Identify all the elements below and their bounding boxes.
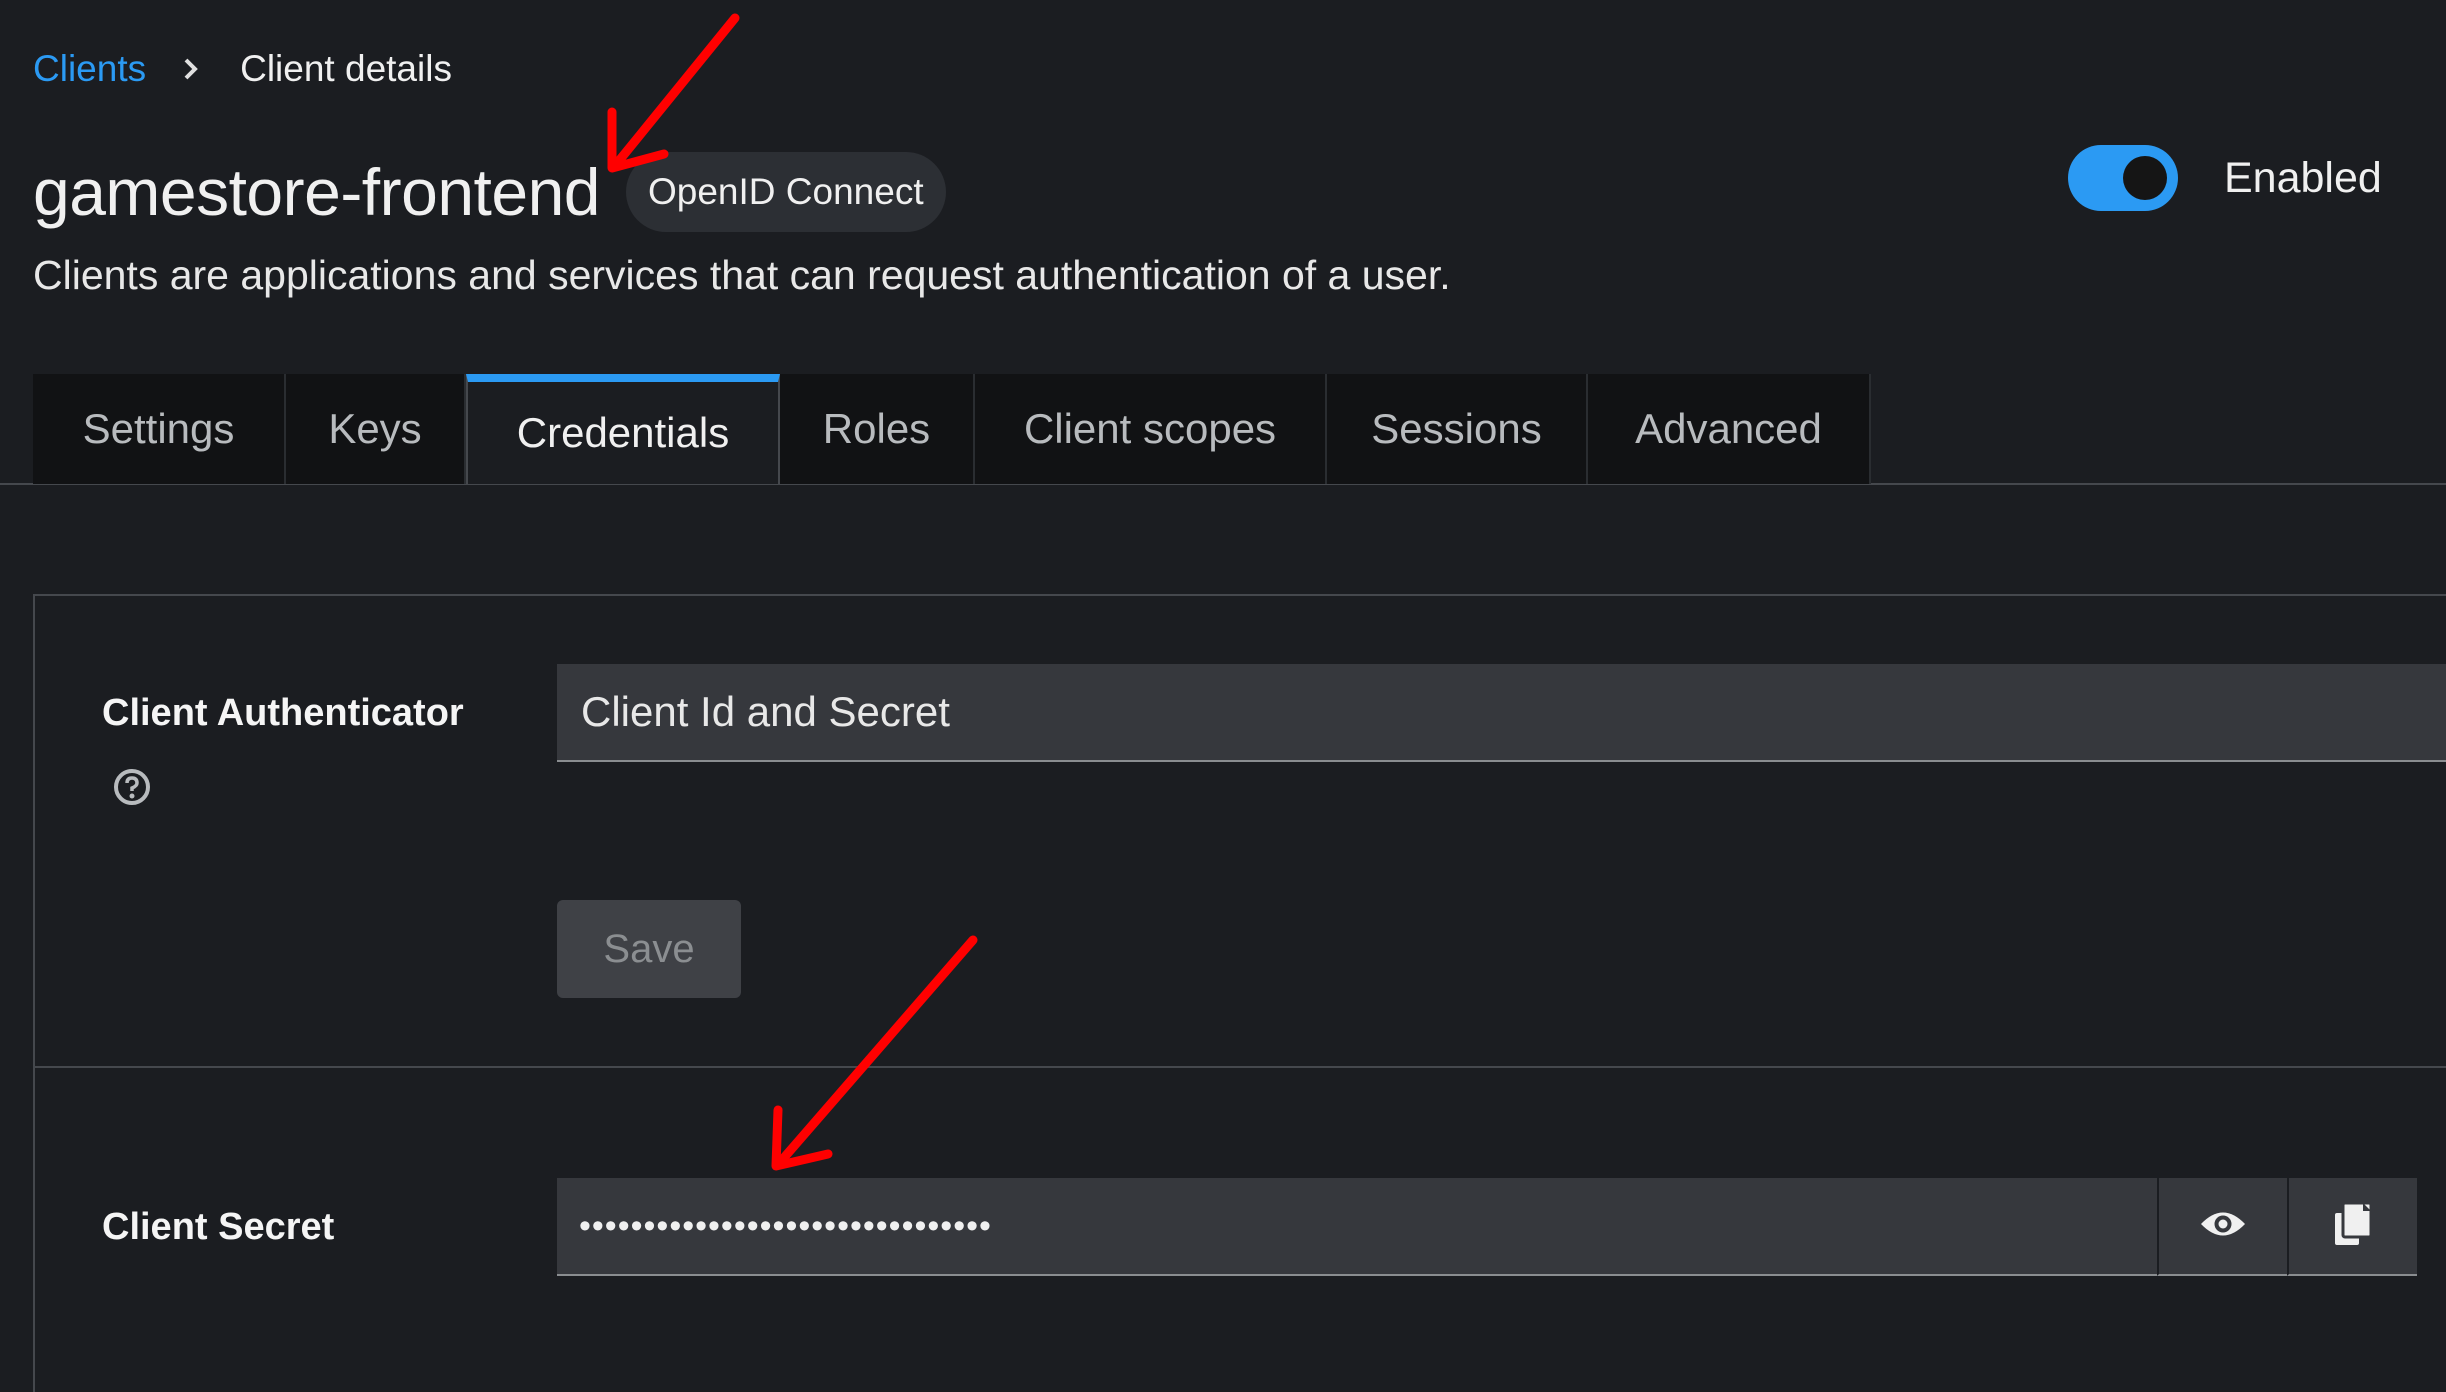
- chevron-right-icon: [182, 57, 200, 81]
- client-authenticator-select[interactable]: Client Id and Secret: [557, 664, 2446, 762]
- enabled-toggle-group: Enabled: [2068, 145, 2382, 211]
- eye-icon: [2199, 1207, 2247, 1246]
- card-divider: [35, 1066, 2446, 1068]
- copy-icon: [2333, 1201, 2373, 1252]
- credentials-card: Client Authenticator Client Id and Secre…: [33, 594, 2446, 1392]
- show-secret-button[interactable]: [2157, 1178, 2287, 1276]
- save-button[interactable]: Save: [557, 900, 741, 998]
- client-authenticator-label: Client Authenticator: [102, 692, 464, 734]
- client-secret-input[interactable]: ••••••••••••••••••••••••••••••••: [557, 1178, 2157, 1276]
- annotation-arrow-title: [607, 13, 740, 173]
- tab-sessions[interactable]: Sessions: [1327, 374, 1588, 484]
- enabled-toggle[interactable]: [2068, 145, 2178, 211]
- tab-keys[interactable]: Keys: [286, 374, 466, 484]
- page-title: gamestore-frontend: [33, 155, 601, 229]
- protocol-badge: OpenID Connect: [626, 152, 946, 232]
- tab-roles[interactable]: Roles: [780, 374, 975, 484]
- tab-client-scopes[interactable]: Client scopes: [975, 374, 1327, 484]
- breadcrumb-current: Client details: [240, 48, 452, 89]
- title-row: gamestore-frontend OpenID Connect: [33, 152, 946, 232]
- breadcrumb-clients-link[interactable]: Clients: [33, 48, 146, 90]
- tab-settings[interactable]: Settings: [33, 374, 286, 484]
- page-subtitle: Clients are applications and services th…: [33, 252, 1451, 298]
- tab-bar: Settings Keys Credentials Roles Client s…: [33, 374, 1871, 484]
- copy-secret-button[interactable]: [2287, 1178, 2417, 1276]
- tab-credentials[interactable]: Credentials: [466, 374, 780, 484]
- toggle-knob: [2123, 156, 2167, 200]
- help-circle-icon[interactable]: [113, 768, 151, 806]
- client-details-page: Clients Client details gamestore-fronten…: [0, 0, 2446, 1392]
- client-secret-label: Client Secret: [102, 1206, 335, 1248]
- tab-advanced[interactable]: Advanced: [1588, 374, 1871, 484]
- enabled-label: Enabled: [2224, 153, 2382, 202]
- breadcrumb: Clients Client details: [33, 48, 452, 90]
